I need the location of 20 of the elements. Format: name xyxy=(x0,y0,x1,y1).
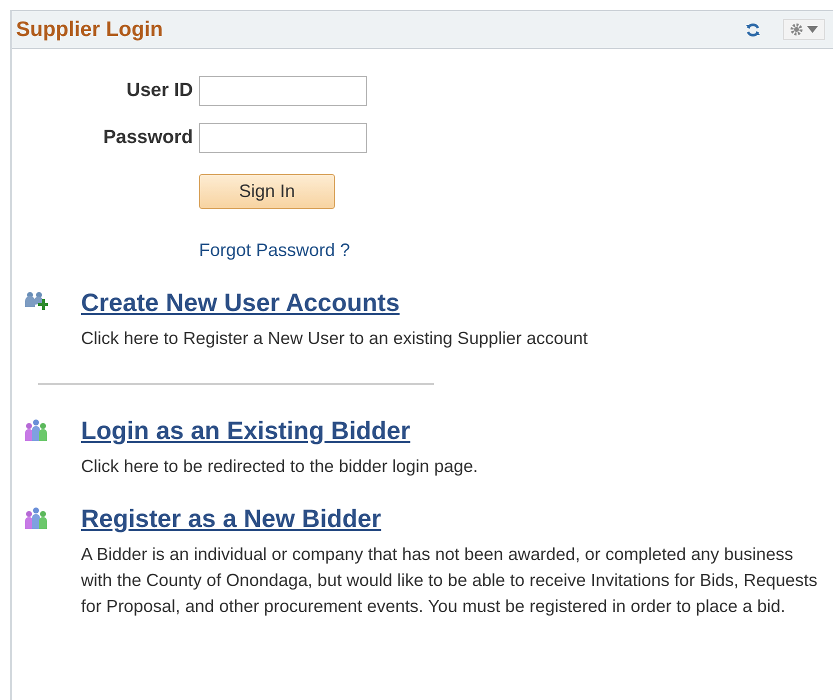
sign-in-button[interactable]: Sign In xyxy=(199,174,335,209)
refresh-icon[interactable] xyxy=(745,22,761,38)
add-users-icon xyxy=(24,291,48,313)
field-label: User ID xyxy=(125,80,193,102)
forgot-password-link[interactable]: Forgot Password ? xyxy=(199,240,350,261)
section-description: A Bidder is an individual or company that has not been awarded, or completed any business with the County of Onondaga, but would like to be able to receive Invitations for Bids, Requests for Proposal, and other procurement events. You must be registered in order to place a bid. xyxy=(81,543,818,618)
people-group-icon xyxy=(24,507,48,529)
section-link[interactable]: Register as a New Bidder xyxy=(81,503,382,535)
section-link[interactable]: Login as an Existing Bidder xyxy=(81,415,410,447)
gear-icon xyxy=(790,23,803,36)
section-description: Click here to Register a New User to an existing Supplier account xyxy=(81,327,589,350)
section-link[interactable]: Create New User Accounts xyxy=(81,287,400,319)
people-group-icon xyxy=(24,419,48,441)
field-label: Password xyxy=(102,127,193,149)
input-field[interactable] xyxy=(199,123,367,153)
section-description: Click here to be redirected to the bidder login page. xyxy=(81,455,479,478)
input-field[interactable] xyxy=(199,76,367,106)
settings-menu-button[interactable] xyxy=(783,19,825,40)
caret-icon xyxy=(807,26,818,33)
panel-title: Supplier Login xyxy=(16,18,164,42)
